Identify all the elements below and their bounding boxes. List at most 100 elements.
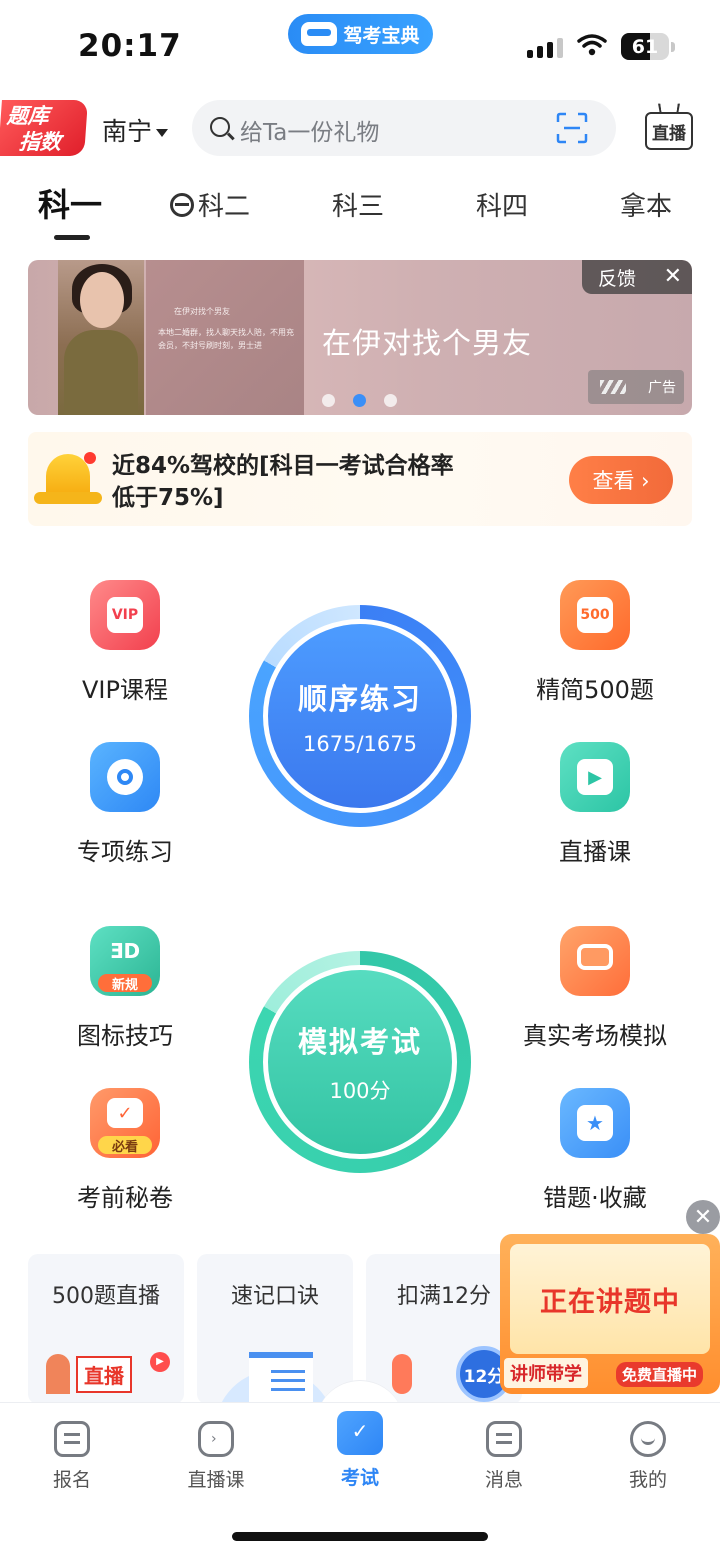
tab-ke1[interactable]: 科一 (38, 180, 102, 226)
message-icon-lines (496, 1433, 512, 1436)
feature-real-exam-sim[interactable]: 真实考场模拟 (510, 926, 680, 1051)
feature-label: 真实考场模拟 (523, 1022, 667, 1050)
secret-tag: 必看 (98, 1136, 152, 1155)
card-500-live[interactable]: 500题直播 直播 ▶ (28, 1254, 184, 1404)
feature-label: 精简500题 (536, 676, 654, 704)
practice-title: 顺序练习 (297, 682, 422, 716)
carousel-dot[interactable] (322, 394, 335, 407)
feature-label: 直播课 (559, 838, 631, 866)
badge-line1: 题库 (6, 104, 50, 128)
monitor-screen (577, 944, 613, 970)
ad-banner[interactable]: 在伊对找个男友 本地二婚群，找人聊天找人陪，不用充会员，不封号刷时刻，男士进 在… (28, 260, 692, 415)
app-name-pill[interactable]: 驾考宝典 (288, 14, 433, 54)
ad-feedback-button[interactable]: 反馈 ✕ (582, 260, 692, 294)
tab-ke3[interactable]: 科三 (332, 186, 384, 223)
tv-icon: 直播 (645, 112, 693, 150)
mock-exam-button[interactable]: 模拟考试 100分 (249, 951, 471, 1173)
nav-signup[interactable]: 报名 (22, 1421, 122, 1492)
sign-icon-glyph: ƎD (109, 939, 141, 963)
sign-tag: 新规 (98, 974, 152, 993)
vip-icon: VIP (90, 580, 160, 650)
target-icon-inner (107, 759, 143, 795)
live-label: 直播 (76, 1356, 132, 1393)
card-12-points[interactable]: 扣满12分 12分 (366, 1254, 522, 1404)
feature-500-questions[interactable]: 500 精简500题 (510, 580, 680, 705)
live-tv-button[interactable]: 直播 (645, 103, 693, 152)
question-bank-index-badge[interactable]: 题库 指数 (0, 100, 88, 156)
live-tv-label: 直播 (652, 123, 686, 144)
battery-level: 61 (631, 35, 659, 58)
smile-glyph (641, 1438, 655, 1445)
nav-messages[interactable]: 消息 (454, 1421, 554, 1492)
vip-icon-text: VIP (107, 597, 143, 633)
road-sign-icon: ƎD 新规 (90, 926, 160, 996)
exam-title: 模拟考试 (297, 1025, 422, 1059)
active-tab-indicator (54, 235, 90, 240)
city-selector[interactable]: 南宁 (102, 112, 169, 148)
badge-line2: 指数 (18, 130, 62, 154)
doc-lines (271, 1370, 305, 1373)
city-label: 南宁 (102, 117, 153, 146)
video-icon: ▶ (560, 742, 630, 812)
scan-icon[interactable] (556, 112, 588, 144)
secret-paper-icon: ✓ 必看 (90, 1088, 160, 1158)
view-button[interactable]: 查看 › (569, 456, 673, 504)
feature-label: 图标技巧 (77, 1022, 173, 1050)
search-input[interactable]: 给Ta一份礼物 (240, 113, 379, 147)
card-memory-rhymes[interactable]: 速记口诀 (197, 1254, 353, 1404)
signup-icon-lines (64, 1433, 80, 1436)
nav-exam[interactable]: 考试 (310, 1411, 410, 1490)
feature-sign-tips[interactable]: ƎD 新规 图标技巧 (40, 926, 210, 1051)
tv-play-glyph: › (211, 1431, 217, 1447)
feature-secret-paper[interactable]: ✓ 必看 考前秘卷 (40, 1088, 210, 1213)
live-illustration: 直播 ▶ (46, 1346, 170, 1404)
card-title: 扣满12分 (397, 1284, 491, 1309)
ad-tag-label: 广告 (648, 380, 676, 396)
message-icon (486, 1421, 522, 1457)
tab-ke4[interactable]: 科四 (476, 186, 528, 223)
ad-photo (58, 260, 144, 415)
target-icon (90, 742, 160, 812)
ad-post-card: 在伊对找个男友 本地二婚群，找人聊天找人陪，不用充会员，不封号刷时刻，男士进 (146, 260, 304, 415)
steering-wheel-icon (170, 193, 194, 217)
carousel-dot[interactable] (384, 394, 397, 407)
tab-naben[interactable]: 拿本 (620, 186, 672, 223)
ad-network-logo (600, 380, 626, 394)
notice-line2: 低于75%] (112, 485, 224, 511)
500-icon-text: 500 (577, 597, 613, 633)
search-bar[interactable]: 给Ta一份礼物 (192, 100, 616, 156)
points-illustration: 12分 (384, 1346, 512, 1404)
play-icon: ▶ (150, 1352, 170, 1372)
chevron-down-icon (156, 129, 169, 137)
practice-progress: 1675/1675 (303, 732, 417, 756)
sequential-practice-button[interactable]: 顺序练习 1675/1675 (249, 605, 471, 827)
nav-profile[interactable]: 我的 (598, 1421, 698, 1492)
feature-mistakes-favorites[interactable]: ★ 错题·收藏 (510, 1088, 680, 1213)
floating-live-card[interactable]: 正在讲题中 讲师带学 免费直播中 (500, 1234, 720, 1394)
car-icon (301, 22, 338, 46)
tab-ke2-label: 科二 (198, 192, 251, 222)
notice-line1: 近84%驾校的[科目一考试合格率 (112, 453, 454, 479)
bell-alert-dot (84, 452, 96, 464)
ad-headline: 在伊对找个男友 (322, 326, 533, 360)
carousel-dot[interactable] (353, 394, 366, 407)
profile-icon (630, 1421, 666, 1457)
document-illustration (215, 1346, 335, 1404)
pass-rate-notice[interactable]: 近84%驾校的[科目一考试合格率 低于75%] 查看 › (28, 432, 692, 526)
nav-live-course[interactable]: › 直播课 (166, 1421, 266, 1492)
ad-photo-face (80, 272, 124, 328)
card-title: 500题直播 (52, 1284, 160, 1309)
feature-label: 考前秘卷 (77, 1184, 173, 1212)
exam-folder-icon (337, 1411, 383, 1455)
ad-tag: 广告 (588, 370, 684, 404)
feature-vip-course[interactable]: VIP VIP课程 (40, 580, 210, 705)
battery-tip (671, 42, 675, 52)
tab-ke2[interactable]: 科二 (170, 186, 250, 223)
feature-special-practice[interactable]: 专项练习 (40, 742, 210, 867)
close-icon[interactable]: ✕ (664, 264, 682, 289)
feature-live-course[interactable]: ▶ 直播课 (510, 742, 680, 867)
close-icon[interactable]: ✕ (686, 1200, 720, 1234)
tv-icon: › (198, 1421, 234, 1457)
doc-sheet (249, 1352, 313, 1404)
star-glyph: ★ (577, 1105, 613, 1141)
